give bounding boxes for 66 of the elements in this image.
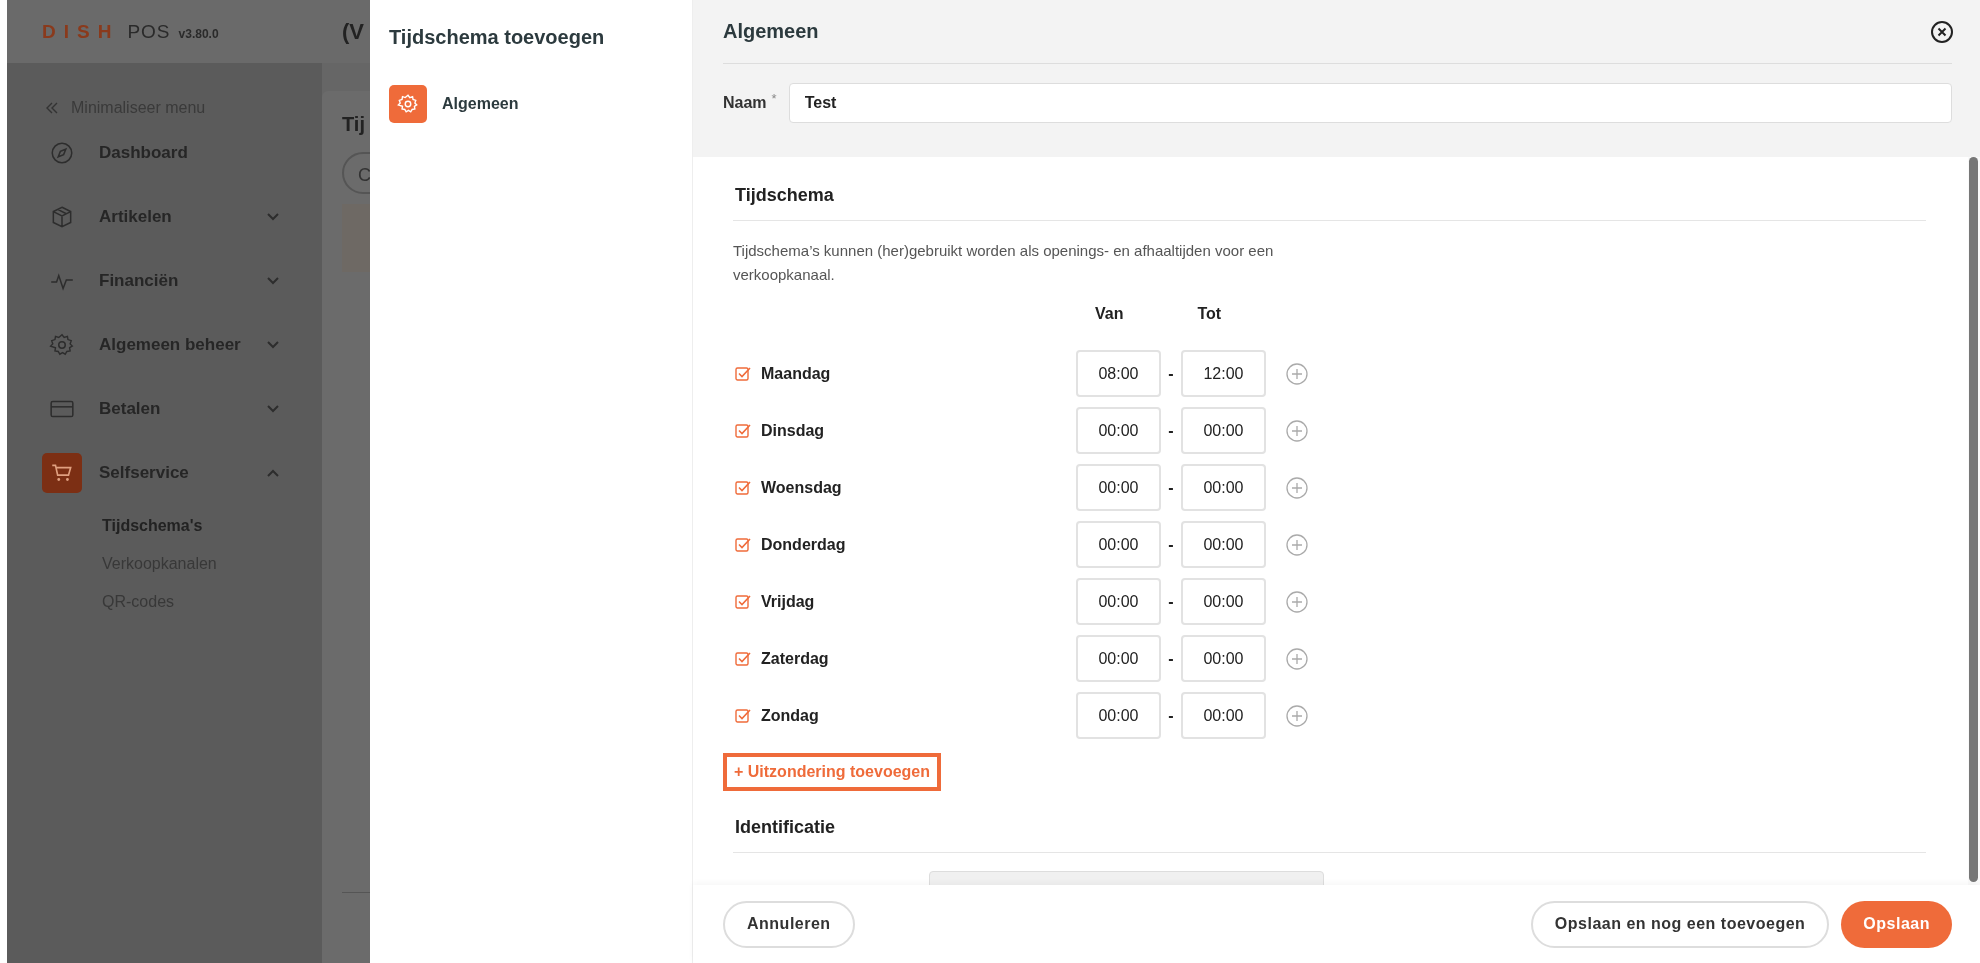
settings-icon: [49, 332, 75, 358]
time-field[interactable]: 00:00: [1181, 464, 1266, 511]
day-label: Zondag: [761, 706, 819, 725]
day-label: Dinsdag: [761, 421, 825, 440]
time-field[interactable]: 00:00: [1181, 521, 1266, 568]
page-title: Tij: [342, 113, 366, 136]
settings-icon: [389, 85, 427, 123]
time-field[interactable]: 00:00: [1181, 692, 1266, 739]
time-field[interactable]: 00:00: [1076, 407, 1161, 454]
time-field[interactable]: 08:00: [1076, 350, 1161, 397]
time-field[interactable]: 12:00: [1181, 350, 1266, 397]
time-field[interactable]: 00:00: [1076, 521, 1161, 568]
checked-checkbox[interactable]: [735, 593, 751, 610]
add-icon[interactable]: [1286, 419, 1308, 442]
page-header-title: (V: [342, 18, 364, 45]
range-separator: -: [1167, 706, 1175, 725]
add-icon[interactable]: [1286, 476, 1308, 499]
add-icon[interactable]: [1286, 533, 1308, 556]
add-icon[interactable]: [1286, 362, 1308, 385]
add-icon[interactable]: [1286, 590, 1308, 613]
section-heading: Tijdschema: [733, 185, 1926, 221]
time-field[interactable]: 00:00: [1076, 692, 1161, 739]
logo-brand: DISH: [42, 20, 120, 43]
column-heading: Tot: [1197, 305, 1222, 324]
checked-checkbox[interactable]: [735, 536, 751, 553]
checked-checkbox[interactable]: [735, 707, 751, 724]
day-label: Vrijdag: [761, 592, 815, 611]
add-icon[interactable]: [1286, 704, 1308, 727]
close-icon[interactable]: [1930, 19, 1954, 44]
required-mark: *: [771, 91, 777, 106]
section-title: Algemeen: [723, 20, 819, 43]
scrollbar-thumb[interactable]: [1969, 157, 1978, 882]
range-separator: -: [1167, 592, 1175, 611]
compass-icon: [49, 140, 75, 166]
double-chevron-icon: [45, 102, 59, 114]
day-label: Donderdag: [761, 535, 846, 554]
range-separator: -: [1167, 421, 1175, 440]
range-separator: -: [1167, 649, 1175, 668]
checked-checkbox[interactable]: [735, 650, 751, 667]
day-label: Maandag: [761, 364, 831, 383]
range-separator: -: [1167, 535, 1175, 554]
range-separator: -: [1167, 478, 1175, 497]
name-field[interactable]: Test: [788, 83, 1952, 123]
column-heading: Van: [1095, 305, 1124, 324]
time-field[interactable]: 00:00: [1181, 635, 1266, 682]
add-icon[interactable]: [1286, 647, 1308, 670]
save-and-add-button[interactable]: Opslaan en nog een toevoegen: [1530, 900, 1830, 948]
time-field[interactable]: 00:00: [1076, 635, 1161, 682]
description-text: Tijdschema’s kunnen (her)gebruikt worden als openings- en afhaaltijden voor een verkoopkanaal.: [733, 241, 1275, 285]
modal-title: Tijdschema toevoegen: [389, 26, 606, 49]
day-label: Woensdag: [761, 478, 842, 497]
range-separator: -: [1167, 364, 1175, 383]
step-item[interactable]: Algemeen: [389, 85, 519, 123]
day-label: Zaterdag: [761, 649, 829, 668]
time-field[interactable]: 00:00: [1181, 407, 1266, 454]
section-heading: Identificatie: [733, 817, 1926, 853]
cancel-button[interactable]: Annuleren: [723, 900, 855, 948]
time-field[interactable]: 00:00: [1181, 578, 1266, 625]
checked-checkbox[interactable]: [735, 479, 751, 496]
checked-checkbox[interactable]: [735, 422, 751, 439]
time-field[interactable]: 00:00: [1076, 464, 1161, 511]
logo-product: POS: [127, 20, 171, 43]
version-label: v3.80.0: [178, 26, 219, 41]
checked-checkbox[interactable]: [735, 365, 751, 382]
time-field[interactable]: 00:00: [1076, 578, 1161, 625]
field-label: Naam: [723, 94, 767, 112]
